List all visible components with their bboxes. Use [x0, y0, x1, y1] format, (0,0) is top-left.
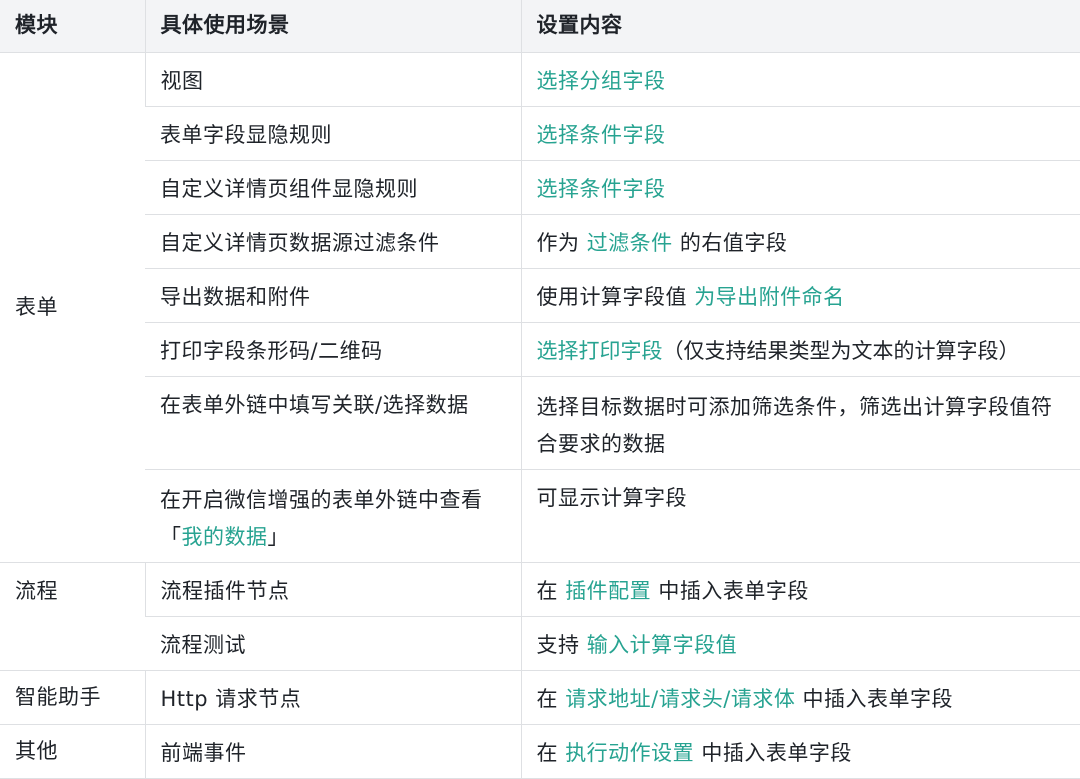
scene-cell: 自定义详情页数据源过滤条件 — [145, 213, 521, 269]
module-cell-assistant: 智能助手 — [0, 669, 145, 725]
setting-text: 作为 — [536, 230, 587, 255]
table-row: 流程测试 支持 输入计算字段值 — [0, 615, 1080, 671]
setting-text: 的右值字段 — [672, 230, 788, 255]
setting-text: （仅支持结果类型为文本的计算字段） — [662, 338, 1020, 363]
setting-cell: 选择分组字段 — [520, 51, 1080, 107]
scene-cell: 前端事件 — [144, 723, 521, 779]
setting-cell: 选择条件字段 — [520, 159, 1080, 215]
table-row: 自定义详情页数据源过滤条件 作为 过滤条件 的右值字段 — [0, 213, 1080, 269]
table-row: 流程 流程插件节点 在 插件配置 中插入表单字段 — [0, 561, 1080, 671]
module-cell-form: 表单 — [0, 51, 145, 563]
setting-link[interactable]: 执行动作设置 — [565, 741, 694, 765]
setting-link[interactable]: 为导出附件命名 — [694, 285, 845, 309]
scene-text: 」 — [267, 524, 289, 549]
setting-cell: 使用计算字段值 为导出附件命名 — [520, 267, 1080, 323]
setting-text: 支持 — [536, 632, 587, 657]
scene-cell: 打印字段条形码/二维码 — [145, 321, 521, 377]
setting-link[interactable]: 请求地址/请求头/请求体 — [565, 687, 795, 711]
setting-link[interactable]: 选择条件字段 — [537, 177, 666, 201]
scene-cell: 导出数据和附件 — [145, 267, 521, 323]
scene-link[interactable]: 我的数据 — [182, 525, 268, 549]
setting-cell: 在 请求地址/请求头/请求体 中插入表单字段 — [520, 669, 1080, 725]
setting-link[interactable]: 插件配置 — [565, 579, 651, 603]
scene-cell: 自定义详情页组件显隐规则 — [145, 159, 521, 215]
setting-link[interactable]: 选择打印字段 — [537, 339, 663, 363]
table-row: 在开启微信增强的表单外链中查看「我的数据」 可显示计算字段 — [0, 468, 1080, 563]
header-module: 模块 — [0, 0, 145, 53]
setting-cell: 选择条件字段 — [520, 105, 1080, 161]
table-row: 导出数据和附件 使用计算字段值 为导出附件命名 — [0, 267, 1080, 323]
module-cell-flow: 流程 — [0, 561, 145, 671]
module-cell-other: 其他 — [0, 723, 145, 779]
setting-link[interactable]: 选择分组字段 — [537, 69, 666, 93]
setting-cell: 可显示计算字段 — [520, 468, 1080, 563]
scene-cell: 在开启微信增强的表单外链中查看「我的数据」 — [145, 468, 521, 563]
scene-cell: 流程测试 — [145, 615, 521, 671]
header-setting: 设置内容 — [520, 0, 1080, 53]
scene-cell: 视图 — [144, 51, 521, 107]
setting-cell: 选择打印字段（仅支持结果类型为文本的计算字段） — [520, 321, 1080, 377]
setting-link[interactable]: 过滤条件 — [587, 231, 673, 255]
setting-link[interactable]: 输入计算字段值 — [587, 633, 738, 657]
setting-text: 在 — [536, 740, 566, 765]
setting-cell: 作为 过滤条件 的右值字段 — [520, 213, 1080, 269]
setting-text: 中插入表单字段 — [694, 740, 852, 765]
setting-text: 在 — [536, 686, 566, 711]
table-row: 表单字段显隐规则 选择条件字段 — [0, 105, 1080, 161]
scene-cell: 流程插件节点 — [144, 561, 521, 617]
setting-text: 使用计算字段值 — [536, 284, 695, 309]
scene-cell: Http 请求节点 — [144, 669, 521, 725]
setting-text: 中插入表单字段 — [651, 578, 809, 603]
table-header-row: 模块 具体使用场景 设置内容 — [0, 0, 1080, 53]
table-row: 打印字段条形码/二维码 选择打印字段（仅支持结果类型为文本的计算字段） — [0, 321, 1080, 377]
setting-cell: 在 插件配置 中插入表单字段 — [520, 561, 1080, 617]
scene-cell: 在表单外链中填写关联/选择数据 — [145, 375, 521, 470]
table-row: 自定义详情页组件显隐规则 选择条件字段 — [0, 159, 1080, 215]
table-row: 智能助手 Http 请求节点 在 请求地址/请求头/请求体 中插入表单字段 — [0, 669, 1080, 725]
setting-link[interactable]: 选择条件字段 — [537, 123, 666, 147]
setting-text: 在 — [536, 578, 566, 603]
scene-cell: 表单字段显隐规则 — [145, 105, 521, 161]
setting-cell: 在 执行动作设置 中插入表单字段 — [520, 723, 1080, 779]
setting-text: 中插入表单字段 — [795, 686, 954, 711]
calc-field-usage-table: 模块 具体使用场景 设置内容 表单 视图 选择分组字段 表单字段显隐规则 选择条… — [0, 0, 1080, 779]
header-scene: 具体使用场景 — [144, 0, 521, 53]
table-row: 在表单外链中填写关联/选择数据 选择目标数据时可添加筛选条件，筛选出计算字段值符… — [0, 375, 1080, 470]
table-row: 其他 前端事件 在 执行动作设置 中插入表单字段 — [0, 723, 1080, 779]
setting-cell: 支持 输入计算字段值 — [520, 615, 1080, 671]
table-row: 表单 视图 选择分组字段 — [0, 51, 1080, 563]
setting-cell: 选择目标数据时可添加筛选条件，筛选出计算字段值符合要求的数据 — [520, 375, 1080, 470]
